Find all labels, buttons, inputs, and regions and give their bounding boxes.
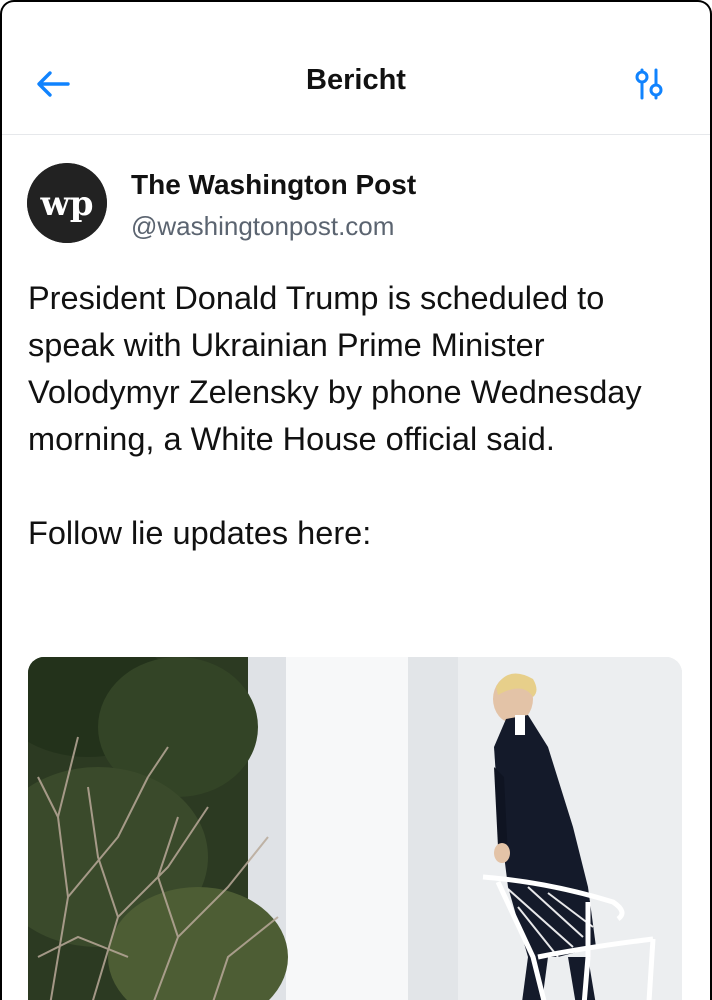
page-title: Bericht (306, 64, 406, 96)
avatar-logo-text: wp (39, 184, 93, 224)
top-bar: Bericht (2, 2, 710, 135)
author-name[interactable]: The Washington Post (131, 169, 416, 201)
post-paragraph: Follow lie updates here: (28, 515, 372, 551)
post-image[interactable] (28, 657, 682, 1000)
post-paragraph: President Donald Trump is scheduled to s… (28, 280, 642, 457)
washington-post-logo-icon: wp (27, 163, 107, 243)
app-screen: Bericht wp The Washington Post @washingt… (0, 0, 712, 1000)
sliders-icon (635, 68, 663, 100)
author-handle[interactable]: @washingtonpost.com (131, 211, 394, 242)
settings-button[interactable] (630, 64, 670, 104)
avatar[interactable]: wp (27, 163, 107, 243)
photo-illustration (28, 657, 682, 1000)
post-body: President Donald Trump is scheduled to s… (28, 275, 688, 557)
